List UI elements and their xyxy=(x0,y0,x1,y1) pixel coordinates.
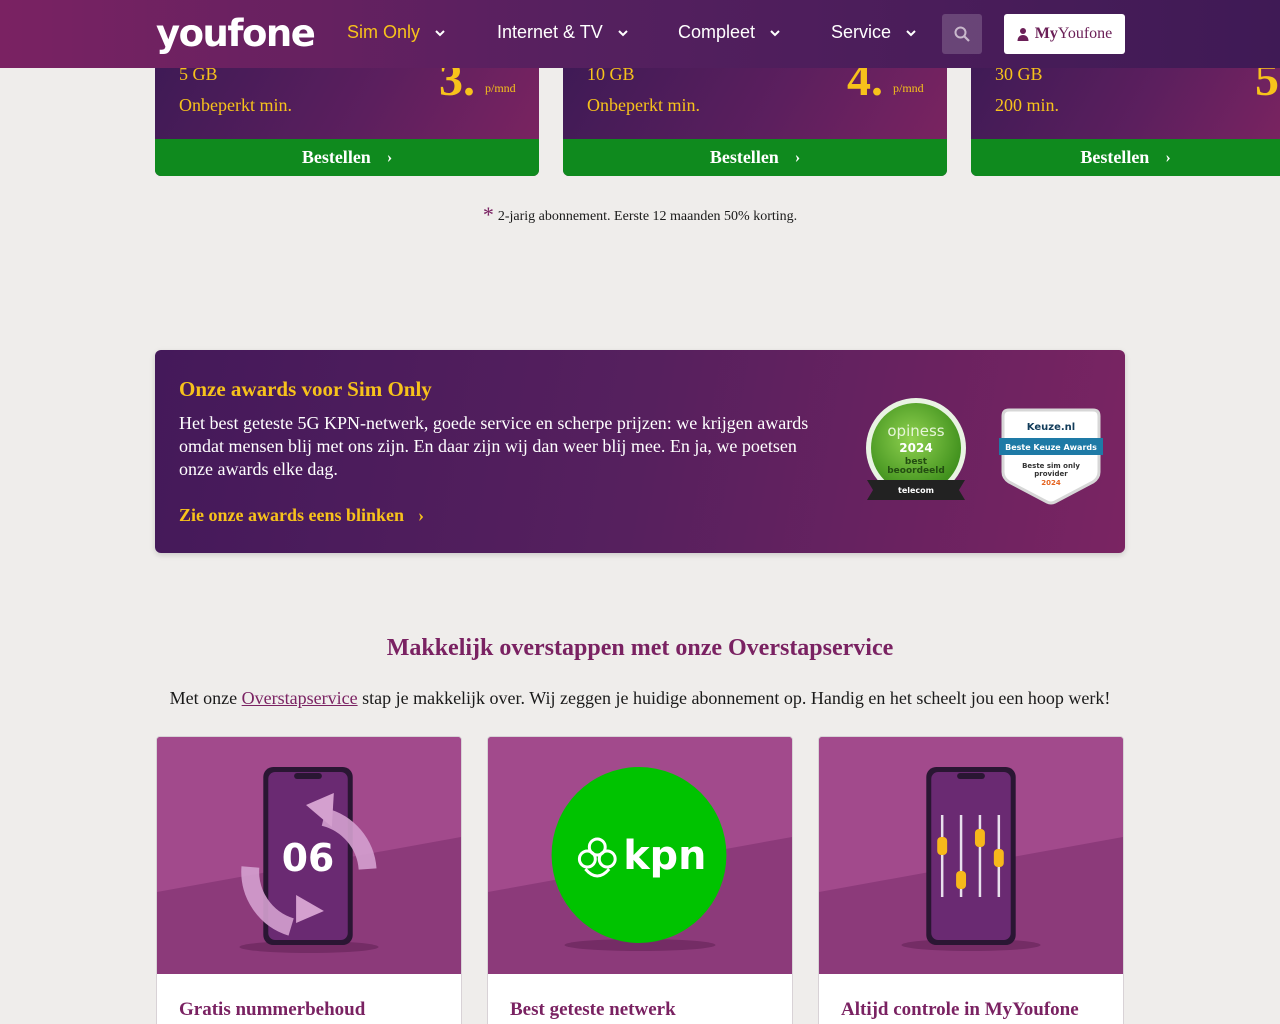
nav-service[interactable]: Service xyxy=(831,22,917,43)
svg-text:beoordeeld: beoordeeld xyxy=(887,466,945,476)
plan-per-month: p/mnd xyxy=(485,81,516,95)
disclaimer-text: 2-jarig abonnement. Eerste 12 maanden 50… xyxy=(497,209,798,224)
switch-text-after: stap je makkelijk over. Wij zeggen je hu… xyxy=(357,688,1111,708)
chevron-down-icon xyxy=(435,29,445,36)
plan-per-month: p/mnd xyxy=(893,81,924,95)
chevron-right-icon: › xyxy=(418,505,425,525)
price-disclaimer: * 2-jarig abonnement. Eerste 12 maanden 5… xyxy=(0,202,1280,228)
awards-banner: Onze awards voor Sim Only Het best getes… xyxy=(155,350,1125,553)
phone-sliders-icon xyxy=(819,737,1123,974)
chevron-right-icon: › xyxy=(794,148,801,166)
svg-text:Beste Keuze Awards: Beste Keuze Awards xyxy=(1005,443,1097,452)
svg-text:2024: 2024 xyxy=(1041,479,1061,487)
switch-text-before: Met onze xyxy=(169,688,242,708)
svg-text:06: 06 xyxy=(282,836,335,880)
phone-06-transfer-icon: 06 xyxy=(157,737,461,974)
opiness-award-badge-icon: opiness 2024 best beoordeeld telecom xyxy=(866,398,966,500)
svg-text:Beste sim only: Beste sim only xyxy=(1022,462,1080,470)
plan-minutes: Onbeperkt min. xyxy=(179,95,292,115)
nav-label: Sim Only xyxy=(347,22,421,42)
svg-text:opiness: opiness xyxy=(887,422,944,440)
nav-label: Internet & TV xyxy=(497,22,603,42)
search-button[interactable] xyxy=(942,14,982,54)
search-icon xyxy=(954,26,970,42)
nav-label: Service xyxy=(831,22,892,42)
feature-title: Gratis nummerbehoud xyxy=(179,999,366,1020)
feature-card[interactable]: Altijd controle in MyYoufone xyxy=(818,736,1124,1024)
kpn-logo-icon: kpn xyxy=(488,737,792,974)
chevron-right-icon: › xyxy=(1165,148,1171,166)
chevron-down-icon xyxy=(618,29,628,36)
feature-title: Altijd controle in MyYoufone xyxy=(841,999,1079,1020)
svg-text:kpn: kpn xyxy=(623,833,706,879)
nav-sim-only[interactable]: Sim Only xyxy=(347,22,446,43)
feature-card[interactable]: 06 Gratis nummerbehoud xyxy=(156,736,462,1024)
chevron-right-icon: › xyxy=(386,148,393,166)
chevron-down-icon xyxy=(906,29,916,36)
site-header: youfone Sim Only Internet & TV Compleet … xyxy=(0,0,1280,68)
myyoufone-button[interactable]: MyYoufone xyxy=(1004,14,1125,54)
order-button[interactable]: Bestellen › xyxy=(971,139,1280,176)
youfone-logo[interactable]: youfone xyxy=(156,12,316,55)
svg-text:Keuze.nl: Keuze.nl xyxy=(1027,422,1075,433)
feature-title: Best geteste netwerk xyxy=(510,999,676,1020)
svg-text:telecom: telecom xyxy=(898,486,934,495)
awards-link[interactable]: Zie onze awards eens blinken › xyxy=(179,505,424,526)
chevron-down-icon xyxy=(770,29,780,36)
awards-link-label: Zie onze awards eens blinken xyxy=(179,505,405,525)
order-button[interactable]: Bestellen › xyxy=(563,139,947,176)
awards-text: Het best geteste 5G KPN-netwerk, goede s… xyxy=(179,413,809,479)
plan-minutes: Onbeperkt min. xyxy=(587,95,700,115)
account-prefix: My xyxy=(1034,25,1058,42)
nav-label: Compleet xyxy=(678,22,756,42)
order-label: Bestellen xyxy=(1080,147,1150,167)
nav-internet-tv[interactable]: Internet & TV xyxy=(497,22,629,43)
disclaimer-star: * xyxy=(482,202,494,227)
awards-title: Onze awards voor Sim Only xyxy=(179,377,432,401)
nav-compleet[interactable]: Compleet xyxy=(678,22,781,43)
svg-text:2024: 2024 xyxy=(899,441,932,455)
switch-section-title: Makkelijk overstappen met onze Overstaps… xyxy=(386,635,894,661)
user-icon xyxy=(1017,28,1029,41)
order-label: Bestellen xyxy=(709,147,779,167)
order-label: Bestellen xyxy=(301,147,371,167)
switch-section-text: Met onze Overstapservice stap je makkeli… xyxy=(0,688,1280,709)
feature-card[interactable]: kpn Best geteste netwerk xyxy=(487,736,793,1024)
svg-text:provider: provider xyxy=(1034,470,1068,478)
plan-minutes: 200 min. xyxy=(995,95,1060,115)
order-button[interactable]: Bestellen › xyxy=(155,139,539,176)
account-suffix: Youfone xyxy=(1057,25,1113,42)
keuze-award-badge-icon: Keuze.nl Beste Keuze Awards Beste sim on… xyxy=(999,408,1103,505)
overstapservice-link[interactable]: Overstapservice xyxy=(242,688,358,708)
